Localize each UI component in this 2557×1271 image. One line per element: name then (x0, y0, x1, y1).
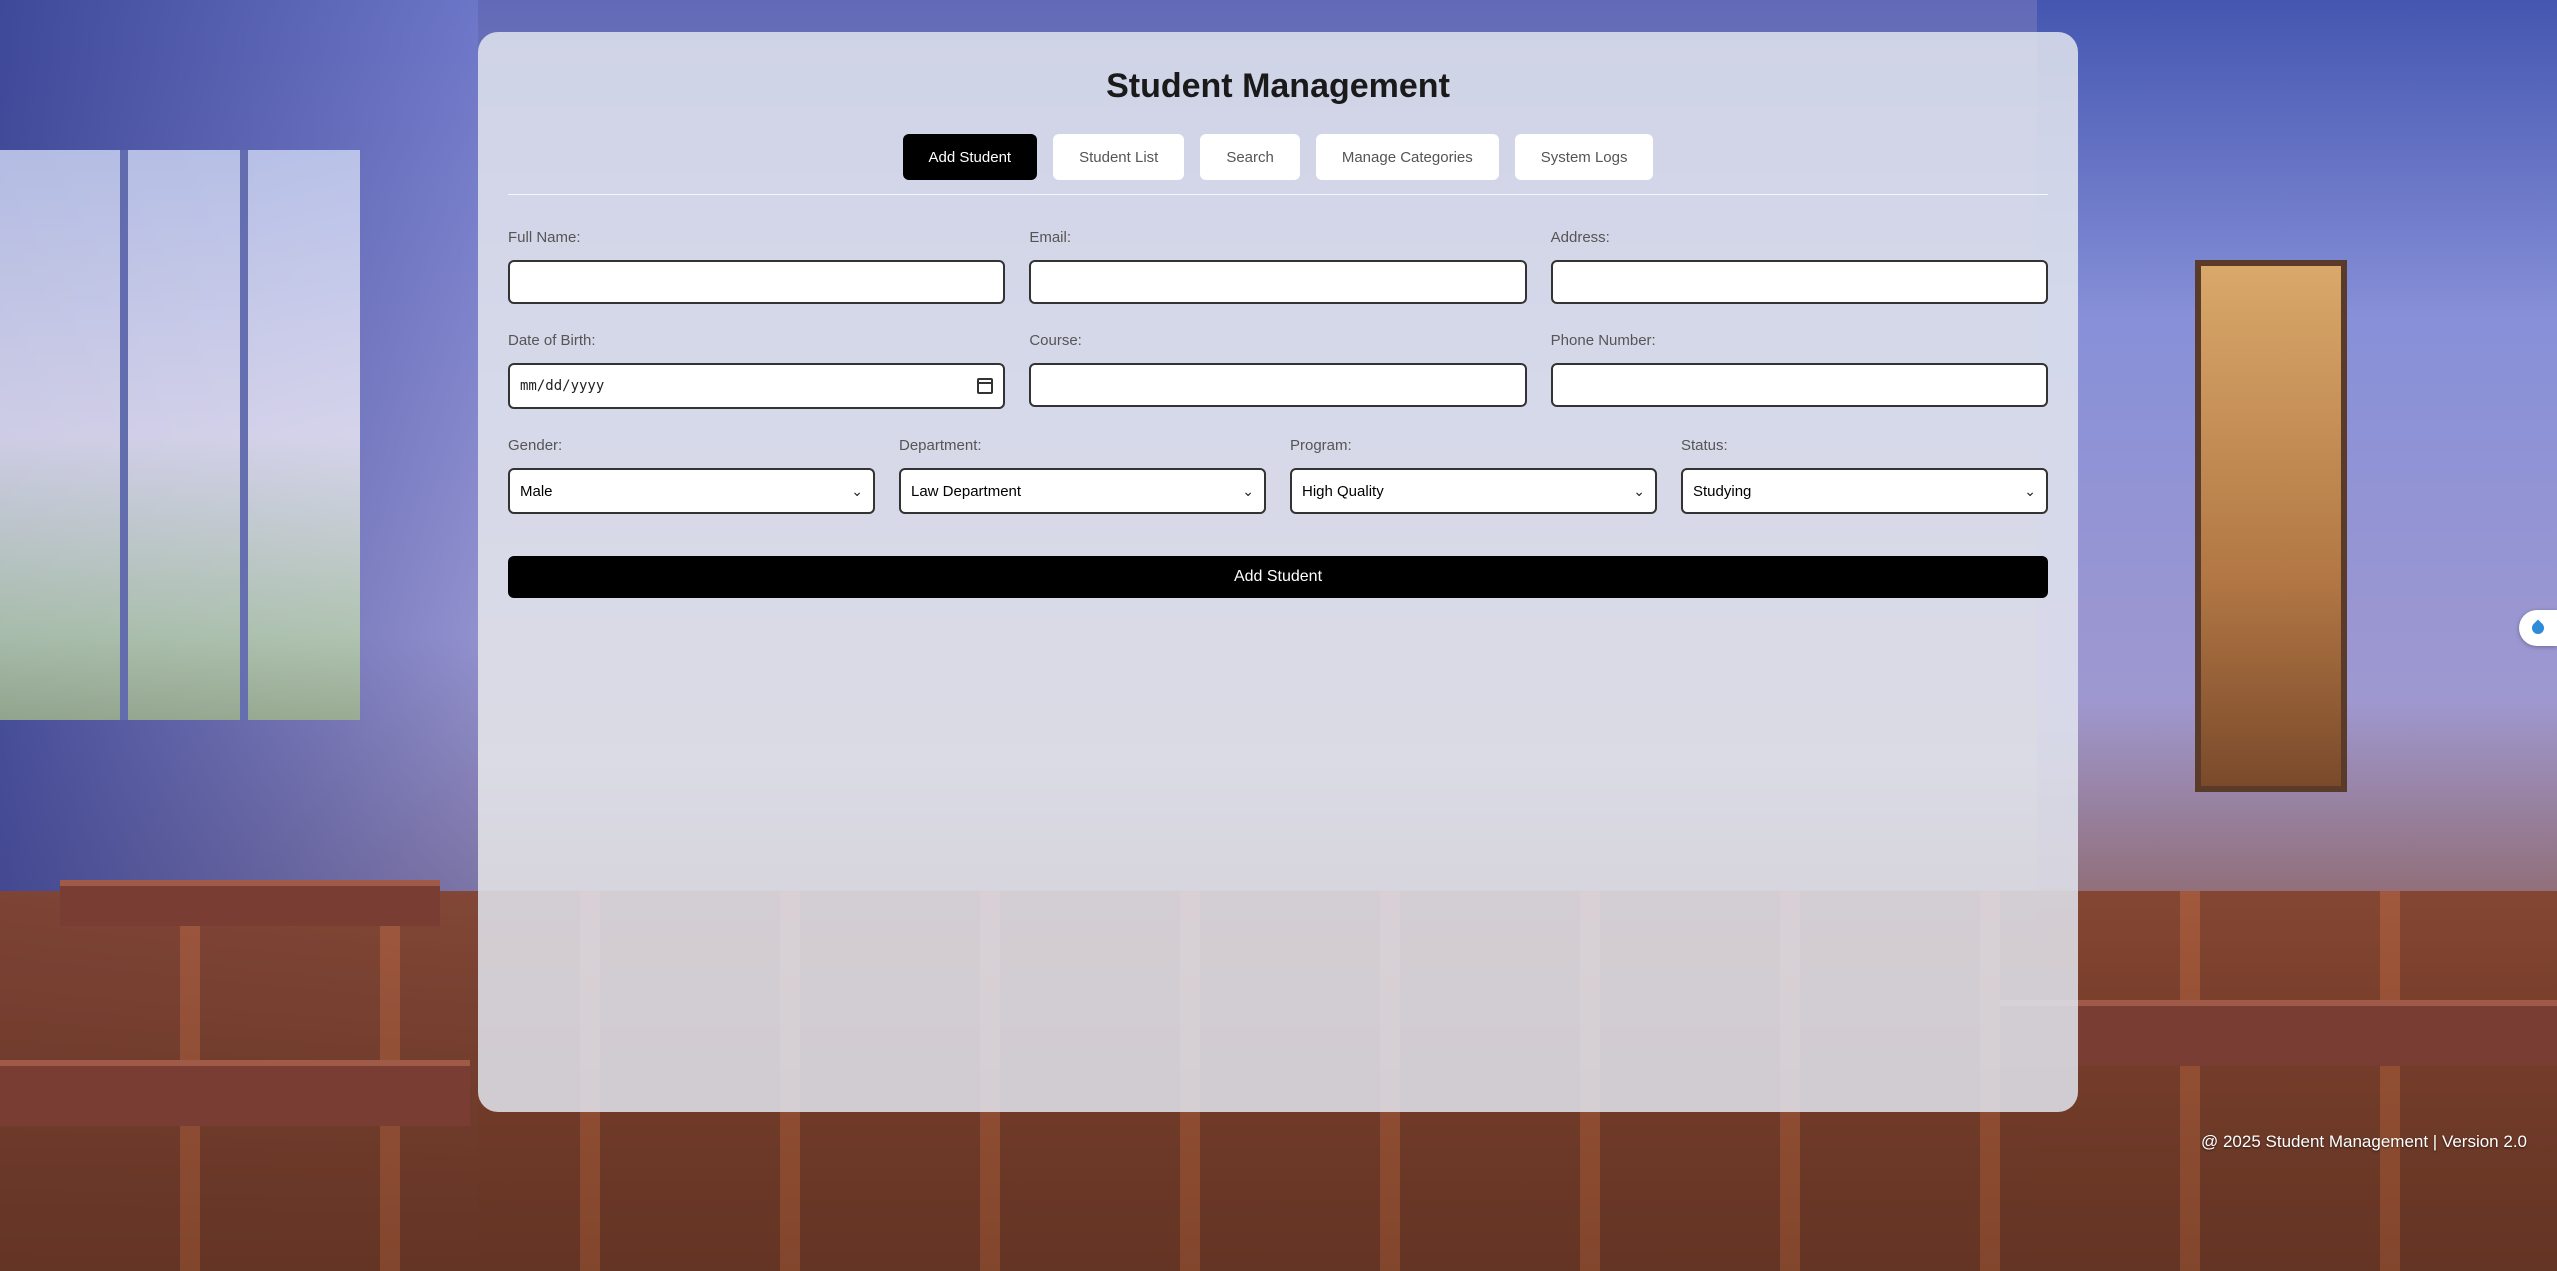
dob-field-group: Date of Birth: mm/dd/yyyy (508, 332, 1006, 409)
full-name-field-group: Full Name: (508, 229, 1006, 304)
phone-input[interactable] (1550, 363, 2048, 407)
status-selected-value: Studying (1693, 482, 1752, 500)
dob-label: Date of Birth: (508, 332, 596, 349)
phone-field-group: Phone Number: (1550, 332, 2048, 409)
form-row-2: Date of Birth: mm/dd/yyyy Course: Phone … (508, 332, 2048, 409)
status-field-group: Status: Studying ⌄ (1681, 437, 2048, 514)
tab-manage-categories[interactable]: Manage Categories (1315, 134, 1499, 180)
tab-add-student[interactable]: Add Student (902, 134, 1038, 180)
department-field-group: Department: Law Department ⌄ (899, 437, 1266, 514)
course-input[interactable] (1029, 363, 1527, 407)
email-field-group: Email: (1029, 229, 1527, 304)
program-field-group: Program: High Quality ⌄ (1290, 437, 1657, 514)
gender-select[interactable]: Male ⌄ (508, 468, 875, 514)
chevron-down-icon: ⌄ (2024, 482, 2036, 499)
department-select[interactable]: Law Department ⌄ (899, 468, 1266, 514)
dob-input[interactable]: mm/dd/yyyy (508, 363, 1006, 409)
email-label: Email: (1029, 229, 1072, 246)
side-widget-button[interactable] (2519, 610, 2557, 646)
gender-label: Gender: (508, 437, 563, 454)
department-selected-value: Law Department (911, 482, 1022, 500)
background-desk (0, 1060, 470, 1126)
tab-system-logs[interactable]: System Logs (1514, 134, 1654, 180)
address-label: Address: (1550, 229, 1610, 246)
chevron-down-icon: ⌄ (1242, 482, 1254, 499)
chevron-down-icon: ⌄ (1633, 482, 1645, 499)
course-label: Course: (1029, 332, 1082, 349)
background-desk (60, 880, 440, 926)
program-selected-value: High Quality (1302, 482, 1384, 500)
gender-field-group: Gender: Male ⌄ (508, 437, 875, 514)
chevron-down-icon: ⌄ (851, 482, 863, 499)
background-desk (2000, 1000, 2557, 1066)
phone-label: Phone Number: (1550, 332, 1656, 349)
department-label: Department: (899, 437, 982, 454)
dob-placeholder: mm/dd/yyyy (520, 378, 605, 394)
background-door (2195, 260, 2347, 792)
calendar-icon[interactable] (977, 378, 994, 394)
address-field-group: Address: (1550, 229, 2048, 304)
form-row-3: Gender: Male ⌄ Department: Law Departmen… (508, 437, 2048, 514)
full-name-label: Full Name: (508, 229, 581, 246)
course-field-group: Course: (1029, 332, 1527, 409)
tab-bar: Add Student Student List Search Manage C… (508, 134, 2048, 195)
gender-selected-value: Male (520, 482, 553, 500)
tab-student-list[interactable]: Student List (1053, 134, 1185, 180)
status-select[interactable]: Studying ⌄ (1681, 468, 2048, 514)
footer-text: @ 2025 Student Management | Version 2.0 (2201, 1132, 2527, 1151)
status-label: Status: (1681, 437, 1728, 454)
program-label: Program: (1290, 437, 1352, 454)
full-name-input[interactable] (508, 260, 1006, 304)
page-title: Student Management (1106, 67, 1450, 105)
droplet-icon (2529, 619, 2547, 637)
form-row-1: Full Name: Email: Address: (508, 229, 2048, 304)
tab-search[interactable]: Search (1200, 134, 1300, 180)
address-input[interactable] (1550, 260, 2048, 304)
background-window (0, 150, 360, 720)
email-input[interactable] (1029, 260, 1527, 304)
add-student-button[interactable]: Add Student (508, 556, 2048, 598)
main-panel: Student Management Add Student Student L… (478, 32, 2078, 1112)
program-select[interactable]: High Quality ⌄ (1290, 468, 1657, 514)
